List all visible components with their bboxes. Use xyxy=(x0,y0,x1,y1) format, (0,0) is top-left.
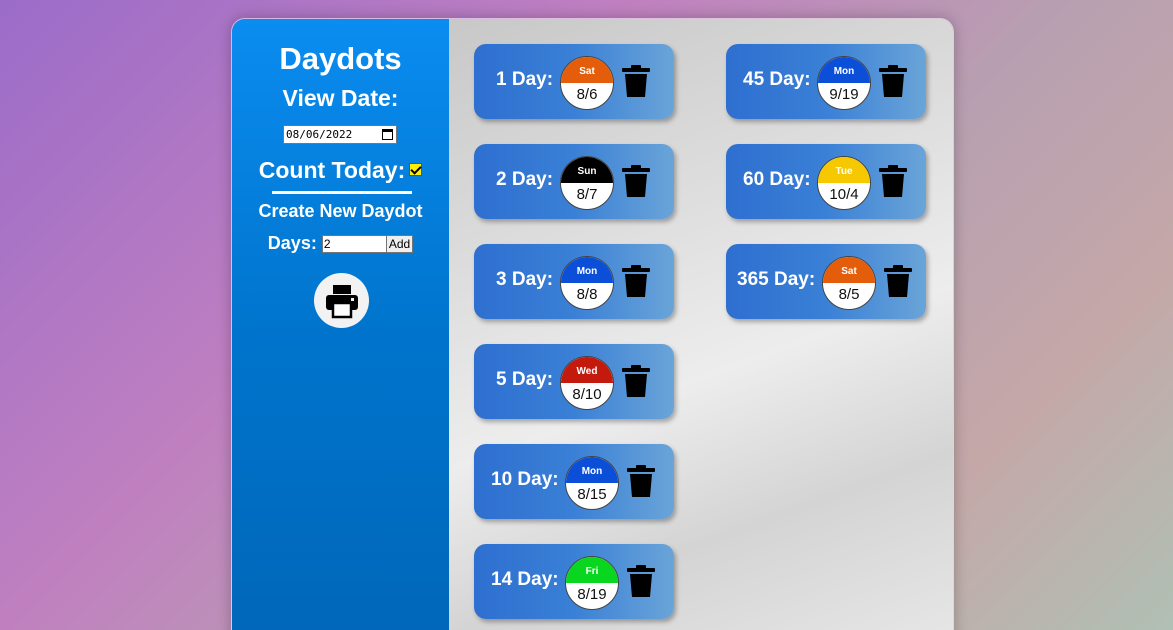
daydot-date: 8/8 xyxy=(576,286,598,303)
view-date-value: 08/06/2022 xyxy=(286,128,353,141)
daydot-weekday: Fri xyxy=(566,557,618,583)
daydots-app: Daydots View Date: 08/06/2022 Count Toda… xyxy=(231,18,954,630)
daydot-circle: Sat 8/5 xyxy=(822,256,876,310)
calendar-icon[interactable] xyxy=(382,129,393,140)
view-date-label: View Date: xyxy=(282,85,399,111)
daydot-circle: Wed 8/10 xyxy=(560,356,614,410)
days-row: Days: 2 Add xyxy=(232,233,449,254)
daydot-card: 5 Day: Wed 8/10 xyxy=(474,344,674,419)
trash-icon[interactable] xyxy=(883,264,913,298)
daydot-card: 45 Day: Mon 9/19 xyxy=(726,44,926,119)
days-input[interactable]: 2 xyxy=(321,235,390,254)
daydot-card: 3 Day: Mon 8/8 xyxy=(474,244,674,319)
print-icon xyxy=(325,284,358,318)
daydot-weekday: Mon xyxy=(818,57,870,83)
trash-icon[interactable] xyxy=(621,64,651,98)
trash-icon[interactable] xyxy=(621,164,651,198)
trash-icon[interactable] xyxy=(878,64,908,98)
trash-icon[interactable] xyxy=(626,564,656,598)
daydot-card: 14 Day: Fri 8/19 xyxy=(474,544,674,619)
daydot-weekday: Wed xyxy=(561,357,613,383)
daydot-label: 2 Day: xyxy=(496,169,554,190)
daydot-date: 8/19 xyxy=(577,586,607,603)
daydot-label: 5 Day: xyxy=(496,369,554,390)
daydot-circle: Mon 8/15 xyxy=(565,456,619,510)
daydot-weekday: Sat xyxy=(561,57,613,83)
daydot-circle: Mon 9/19 xyxy=(817,56,871,110)
count-today-checkbox[interactable] xyxy=(409,163,423,177)
daydot-weekday: Mon xyxy=(566,457,618,483)
daydot-label: 365 Day: xyxy=(737,269,816,290)
daydot-date: 9/19 xyxy=(829,86,859,103)
daydot-card: 365 Day: Sat 8/5 xyxy=(726,244,926,319)
daydot-card: 10 Day: Mon 8/15 xyxy=(474,444,674,519)
view-date-input[interactable]: 08/06/2022 xyxy=(283,125,397,144)
trash-icon[interactable] xyxy=(878,164,908,198)
print-button[interactable] xyxy=(314,273,369,328)
sidebar: Daydots View Date: 08/06/2022 Count Toda… xyxy=(232,19,449,630)
trash-icon[interactable] xyxy=(621,364,651,398)
daydot-date: 10/4 xyxy=(829,186,859,203)
daydot-date: 8/10 xyxy=(572,386,602,403)
daydot-card: 2 Day: Sun 8/7 xyxy=(474,144,674,219)
daydot-date: 8/6 xyxy=(576,86,598,103)
daydot-label: 1 Day: xyxy=(496,69,554,90)
divider xyxy=(272,191,412,194)
daydot-circle: Fri 8/19 xyxy=(565,556,619,610)
trash-icon[interactable] xyxy=(621,264,651,298)
days-label: Days: xyxy=(267,233,317,253)
daydot-label: 45 Day: xyxy=(743,69,811,90)
daydot-weekday: Sun xyxy=(561,157,613,183)
daydot-label: 60 Day: xyxy=(743,169,811,190)
daydot-label: 3 Day: xyxy=(496,269,554,290)
create-daydot-label: Create New Daydot xyxy=(258,201,423,221)
daydot-date: 8/7 xyxy=(576,186,598,203)
count-today-label: Count Today: xyxy=(258,157,406,183)
daydot-date: 8/5 xyxy=(838,286,860,303)
daydot-date: 8/15 xyxy=(577,486,607,503)
daydot-label: 14 Day: xyxy=(491,569,559,590)
daydot-circle: Sat 8/6 xyxy=(560,56,614,110)
daydot-circle: Mon 8/8 xyxy=(560,256,614,310)
daydot-grid: 1 Day: Sat 8/6 2 Day: Sun 8/7 3 Day: Mon 8/8 5 Da… xyxy=(449,19,953,630)
daydot-weekday: Sat xyxy=(823,257,875,283)
app-title: Daydots xyxy=(279,41,402,76)
daydot-label: 10 Day: xyxy=(491,469,559,490)
trash-icon[interactable] xyxy=(626,464,656,498)
daydot-card: 60 Day: Tue 10/4 xyxy=(726,144,926,219)
add-button[interactable]: Add xyxy=(385,235,414,254)
count-today-row: Count Today: xyxy=(232,157,449,184)
daydot-weekday: Tue xyxy=(818,157,870,183)
daydot-circle: Sun 8/7 xyxy=(560,156,614,210)
daydot-circle: Tue 10/4 xyxy=(817,156,871,210)
daydot-card: 1 Day: Sat 8/6 xyxy=(474,44,674,119)
daydot-weekday: Mon xyxy=(561,257,613,283)
